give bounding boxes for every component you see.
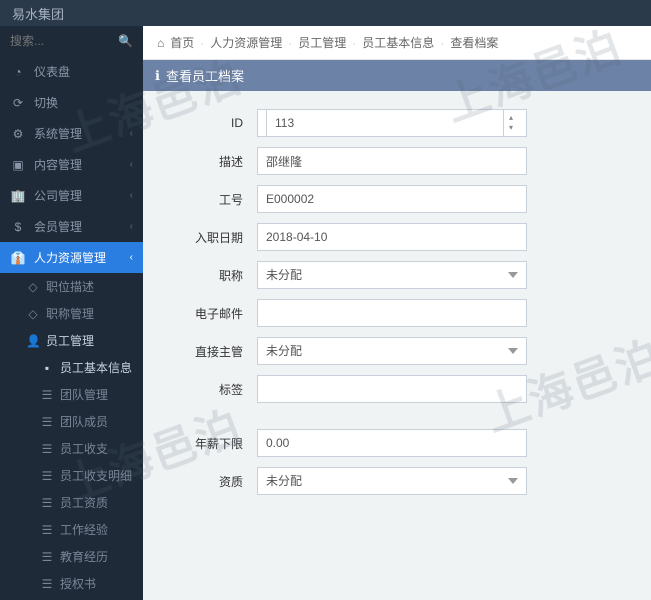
sidebar-deep-basicinfo[interactable]: ▪员工基本信息 [0,354,143,381]
sidebar-search[interactable]: 🔍 [0,26,143,56]
desc-input[interactable] [257,147,527,175]
gear-icon: ⚙ [10,127,26,141]
sidebar-sub-position[interactable]: ◇职位描述 [0,273,143,300]
main-panel: ⌂ 首页· 人力资源管理· 员工管理· 员工基本信息· 查看档案 ℹ 查看员工档… [143,26,651,600]
breadcrumb-item[interactable]: 人力资源管理 [210,34,282,51]
chevron-left-icon: ‹ [130,190,133,201]
salary-input[interactable] [257,429,527,457]
topbar: 易水集团 [0,0,651,26]
spinner-up-icon[interactable]: ▴ [504,113,518,123]
search-input[interactable] [10,34,118,48]
company-icon: 🏢 [10,189,26,203]
chevron-left-icon: ‹ [130,159,133,170]
breadcrumb-item[interactable]: 员工基本信息 [362,34,434,51]
hiredate-label: 入职日期 [167,229,257,246]
sidebar-deep-workexp[interactable]: ☰工作经验 [0,516,143,543]
sidebar-item-dashboard[interactable]: ◔仪表盘 [0,56,143,87]
email-input[interactable] [257,299,527,327]
breadcrumb: ⌂ 首页· 人力资源管理· 员工管理· 员工基本信息· 查看档案 [143,26,651,60]
hiredate-input[interactable] [257,223,527,251]
sidebar-deep-team[interactable]: ☰团队管理 [0,381,143,408]
list-icon: ☰ [40,415,54,429]
empno-label: 工号 [167,191,257,208]
salary-label: 年薪下限 [167,435,257,452]
breadcrumb-item[interactable]: 员工管理 [298,34,346,51]
sidebar: 🔍 ◔仪表盘 ⟳切换 ⚙系统管理‹ ▣内容管理‹ 🏢公司管理‹ $会员管理‹ 👔… [0,26,143,600]
list-icon: ☰ [40,469,54,483]
id-input[interactable] [266,109,504,137]
qual-label: 资质 [167,473,257,490]
list-icon: ☰ [40,496,54,510]
info-icon: ℹ [155,68,160,84]
sidebar-item-member[interactable]: $会员管理‹ [0,211,143,242]
desc-label: 描述 [167,153,257,170]
list-icon: ☰ [40,523,54,537]
manager-select[interactable]: 未分配 [257,337,527,365]
id-label: ID [167,116,257,130]
sidebar-sub-jobtitle[interactable]: ◇职称管理 [0,300,143,327]
sidebar-item-content[interactable]: ▣内容管理‹ [0,149,143,180]
email-label: 电子邮件 [167,305,257,322]
chevron-left-icon: ‹ [130,221,133,232]
card-icon: ▪ [40,361,54,375]
title-select[interactable]: 未分配 [257,261,527,289]
sidebar-item-hr[interactable]: 👔人力资源管理‹ [0,242,143,273]
list-icon: ☰ [40,577,54,591]
list-icon: ☰ [40,388,54,402]
brand-name: 易水集团 [12,4,64,23]
member-icon: $ [10,220,26,234]
tag-icon: ◇ [26,280,40,294]
qual-select[interactable]: 未分配 [257,467,527,495]
sidebar-deep-teammember[interactable]: ☰团队成员 [0,408,143,435]
content-icon: ▣ [10,158,26,172]
sidebar-item-system[interactable]: ⚙系统管理‹ [0,118,143,149]
tag-input[interactable] [257,375,527,403]
chevron-left-icon: ‹ [130,252,133,263]
panel-header: ℹ 查看员工档案 [143,60,651,91]
sidebar-deep-incomedetail[interactable]: ☰员工收支明细 [0,462,143,489]
tag-icon: ◇ [26,307,40,321]
tag-label: 标签 [167,381,257,398]
sidebar-item-company[interactable]: 🏢公司管理‹ [0,180,143,211]
panel-title: 查看员工档案 [166,66,244,85]
hr-icon: 👔 [10,251,26,265]
spinner-down-icon[interactable]: ▾ [504,123,518,133]
sidebar-deep-education[interactable]: ☰教育经历 [0,543,143,570]
chevron-left-icon: ‹ [130,128,133,139]
form-area: ID▴▾ 描述 工号 入职日期 职称未分配 电子邮件 直接主管未分配 标签 年薪… [143,91,651,600]
sidebar-deep-income[interactable]: ☰员工收支 [0,435,143,462]
manager-label: 直接主管 [167,343,257,360]
sidebar-deep-auth[interactable]: ☰授权书 [0,570,143,597]
breadcrumb-item: 查看档案 [450,34,498,51]
switch-icon: ⟳ [10,96,26,110]
id-field[interactable]: ▴▾ [257,109,527,137]
list-icon: ☰ [40,442,54,456]
dashboard-icon: ◔ [10,65,26,79]
search-icon: 🔍 [118,34,133,48]
breadcrumb-item[interactable]: 首页 [170,34,194,51]
sidebar-deep-qualification[interactable]: ☰员工资质 [0,489,143,516]
sidebar-item-switch[interactable]: ⟳切换 [0,87,143,118]
list-icon: ☰ [40,550,54,564]
title-label: 职称 [167,267,257,284]
sidebar-sub-employee[interactable]: 👤员工管理 [0,327,143,354]
user-icon: 👤 [26,334,40,348]
empno-input[interactable] [257,185,527,213]
home-icon: ⌂ [157,36,164,50]
